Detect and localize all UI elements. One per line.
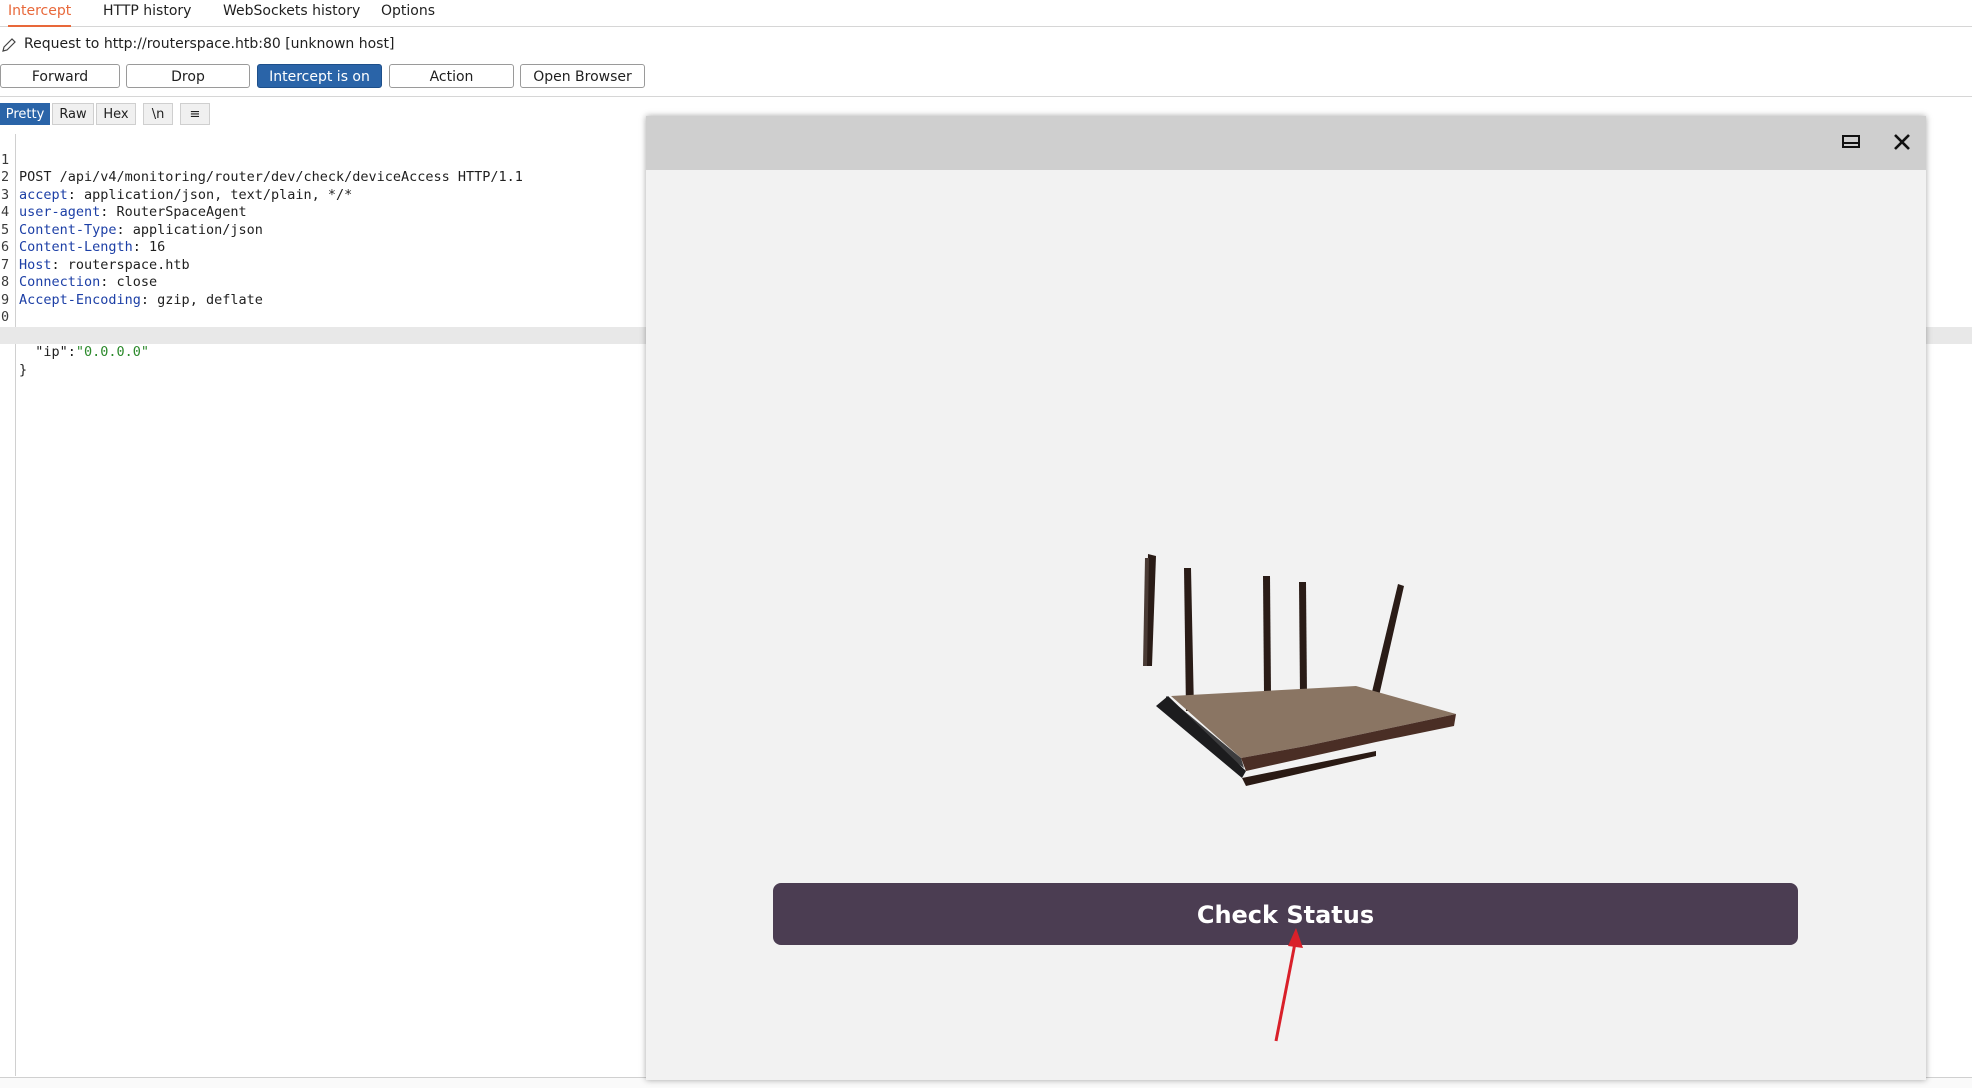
editor-menu-icon[interactable]: ≡ [180, 103, 210, 125]
annotation-arrow-icon [1274, 928, 1303, 1042]
request-info: Request to http://routerspace.htb:80 [un… [24, 36, 395, 52]
tab-pretty[interactable]: Pretty [0, 103, 50, 125]
browser-titlebar [646, 116, 1926, 170]
newline-toggle[interactable]: \n [143, 103, 173, 125]
json-brace: } [19, 361, 28, 378]
json-value: "0.0.0.0" [75, 344, 150, 360]
intercept-toggle-button[interactable]: Intercept is on [257, 64, 382, 88]
tab-options[interactable]: Options [381, 0, 435, 25]
forward-button[interactable]: Forward [0, 64, 120, 88]
browser-window: Check Status [646, 116, 1926, 1080]
proxy-tabs: Intercept HTTP history WebSockets histor… [0, 0, 1972, 27]
tab-http-history[interactable]: HTTP history [103, 0, 191, 25]
close-icon[interactable] [1890, 130, 1914, 154]
tab-intercept[interactable]: Intercept [8, 0, 72, 27]
tab-hex[interactable]: Hex [96, 103, 136, 125]
pencil-icon [2, 38, 16, 52]
toolbar-divider [0, 96, 1972, 97]
open-browser-button[interactable]: Open Browser [520, 64, 645, 88]
drop-button[interactable]: Drop [126, 64, 250, 88]
tab-raw[interactable]: Raw [52, 103, 94, 125]
window-restore-icon[interactable] [1839, 130, 1863, 154]
router-image [1143, 554, 1456, 786]
tab-websockets-history[interactable]: WebSockets history [223, 0, 360, 25]
action-button[interactable]: Action [389, 64, 514, 88]
